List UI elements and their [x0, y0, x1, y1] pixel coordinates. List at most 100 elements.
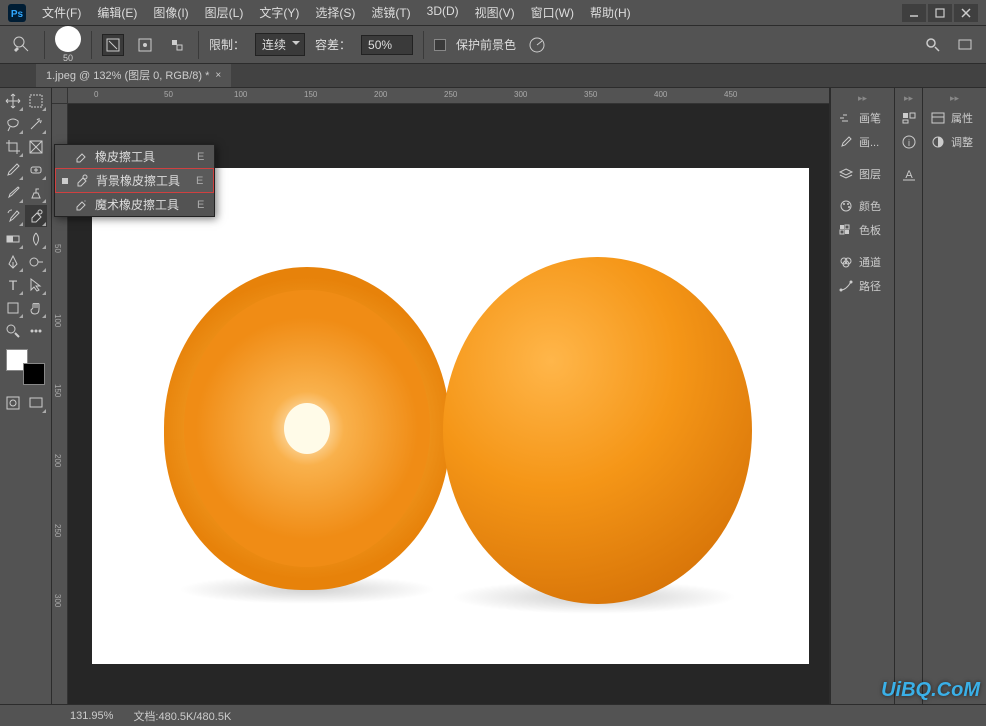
dodge-tool[interactable] [25, 251, 47, 273]
toolbox: T [0, 88, 52, 704]
panel-column-3: ▸▸ 属性 调整 [922, 88, 986, 704]
app-logo-icon: Ps [6, 2, 28, 24]
panel-swatches[interactable]: 色板 [833, 218, 892, 242]
menu-bar: Ps 文件(F) 编辑(E) 图像(I) 图层(L) 文字(Y) 选择(S) 滤… [0, 0, 986, 26]
brush-preview[interactable]: 50 [55, 26, 81, 63]
zoom-level[interactable]: 131.95% [70, 710, 113, 722]
minimize-button[interactable] [902, 4, 926, 22]
gradient-tool[interactable] [2, 228, 24, 250]
image-orange-half [164, 267, 451, 589]
eraser-tool[interactable] [25, 205, 47, 227]
panel-adjustments[interactable]: 调整 [925, 130, 984, 154]
menu-filter[interactable]: 滤镜(T) [363, 0, 418, 25]
menu-3d[interactable]: 3D(D) [419, 0, 467, 25]
menu-edit[interactable]: 编辑(E) [89, 0, 145, 25]
document-tab[interactable]: 1.jpeg @ 132% (图层 0, RGB/8) * × [36, 62, 231, 87]
panel-info[interactable]: i [897, 130, 920, 154]
pen-tool[interactable] [2, 251, 24, 273]
lasso-tool[interactable] [2, 113, 24, 135]
screen-mode-icon[interactable] [954, 34, 976, 56]
move-tool[interactable] [2, 90, 24, 112]
tool-preset-icon[interactable] [10, 33, 34, 57]
tolerance-label: 容差： [315, 36, 351, 53]
panel-paths[interactable]: 路径 [833, 274, 892, 298]
svg-text:T: T [9, 277, 18, 293]
magic-wand-tool[interactable] [25, 113, 47, 135]
history-brush-tool[interactable] [2, 205, 24, 227]
crop-tool[interactable] [2, 136, 24, 158]
sampling-once-icon[interactable] [134, 34, 156, 56]
menu-select[interactable]: 选择(S) [307, 0, 363, 25]
menu-help[interactable]: 帮助(H) [582, 0, 639, 25]
sampling-continuous-icon[interactable] [102, 34, 124, 56]
eraser-icon [73, 149, 89, 165]
panel-character[interactable]: A [897, 162, 920, 186]
zoom-tool[interactable] [2, 320, 24, 342]
panel-brush[interactable]: 画笔 [833, 106, 892, 130]
healing-tool[interactable] [25, 159, 47, 181]
hand-tool[interactable] [25, 297, 47, 319]
protect-fg-label: 保护前景色 [456, 36, 516, 53]
svg-text:A: A [905, 169, 913, 181]
document-tab-title: 1.jpeg @ 132% (图层 0, RGB/8) * [46, 67, 209, 83]
panel-channels[interactable]: 通道 [833, 250, 892, 274]
edit-toolbar[interactable] [25, 320, 47, 342]
quick-mask-tool[interactable] [2, 392, 24, 414]
ruler-horizontal[interactable]: 0 50 100 150 200 250 300 350 400 450 [68, 88, 829, 104]
brush-tool[interactable] [2, 182, 24, 204]
brush-circle-icon [55, 26, 81, 52]
panel-layers[interactable]: 图层 [833, 162, 892, 186]
menu-file[interactable]: 文件(F) [34, 0, 89, 25]
menu-window[interactable]: 窗口(W) [523, 0, 582, 25]
maximize-button[interactable] [928, 4, 952, 22]
tab-close-icon[interactable]: × [215, 70, 221, 81]
svg-text:Ps: Ps [11, 9, 24, 20]
marquee-tool[interactable] [25, 90, 47, 112]
panel-color[interactable]: 颜色 [833, 194, 892, 218]
flyout-magic-eraser[interactable]: 魔术橡皮擦工具 E [55, 193, 214, 216]
background-color[interactable] [23, 363, 45, 385]
menu-image[interactable]: 图像(I) [145, 0, 196, 25]
flyout-active-dot [62, 178, 68, 184]
blur-tool[interactable] [25, 228, 47, 250]
flyout-active-dot [61, 154, 67, 160]
panel-properties[interactable]: 属性 [925, 106, 984, 130]
close-button[interactable] [954, 4, 978, 22]
svg-text:i: i [908, 138, 910, 148]
frame-tool[interactable] [25, 136, 47, 158]
document-tabs: 1.jpeg @ 132% (图层 0, RGB/8) * × [0, 64, 986, 88]
canvas-content[interactable] [92, 168, 809, 664]
panel-collapse-icon[interactable]: ▸▸ [897, 91, 920, 106]
options-bar: 50 限制： 连续 容差： 50% 保护前景色 [0, 26, 986, 64]
flyout-bg-eraser[interactable]: 背景橡皮擦工具 E [55, 168, 214, 193]
panel-brush-preset[interactable]: 画... [833, 130, 892, 154]
panels-dock: ▸▸ 画笔 画... 图层 颜色 色板 通道 路径 ▸▸ i A ▸▸ 属性 调… [829, 88, 986, 704]
shape-tool[interactable] [2, 297, 24, 319]
doc-size[interactable]: 文档:480.5K/480.5K [133, 708, 231, 724]
menu-view[interactable]: 视图(V) [467, 0, 523, 25]
flyout-eraser[interactable]: 橡皮擦工具 E [55, 145, 214, 168]
panel-collapse-icon[interactable]: ▸▸ [925, 91, 984, 106]
path-selection-tool[interactable] [25, 274, 47, 296]
tolerance-input[interactable]: 50% [361, 35, 413, 55]
protect-fg-checkbox[interactable] [434, 39, 446, 51]
eyedropper-tool[interactable] [2, 159, 24, 181]
limit-label: 限制： [209, 36, 245, 53]
type-tool[interactable]: T [2, 274, 24, 296]
color-swatches[interactable] [6, 349, 45, 385]
limit-dropdown[interactable]: 连续 [255, 33, 305, 56]
options-right [922, 34, 976, 56]
ruler-corner [52, 88, 68, 104]
menu-layer[interactable]: 图层(L) [197, 0, 252, 25]
clone-stamp-tool[interactable] [25, 182, 47, 204]
panel-collapse-icon[interactable]: ▸▸ [833, 91, 892, 106]
search-icon[interactable] [922, 34, 944, 56]
screen-mode-tool[interactable] [25, 392, 47, 414]
pressure-icon[interactable] [526, 34, 548, 56]
panel-column-2: ▸▸ i A [894, 88, 922, 704]
image-orange-whole [443, 257, 751, 604]
menu-type[interactable]: 文字(Y) [251, 0, 307, 25]
sampling-swatch-icon[interactable] [166, 34, 188, 56]
magic-eraser-icon [73, 197, 89, 213]
panel-navigator[interactable] [897, 106, 920, 130]
